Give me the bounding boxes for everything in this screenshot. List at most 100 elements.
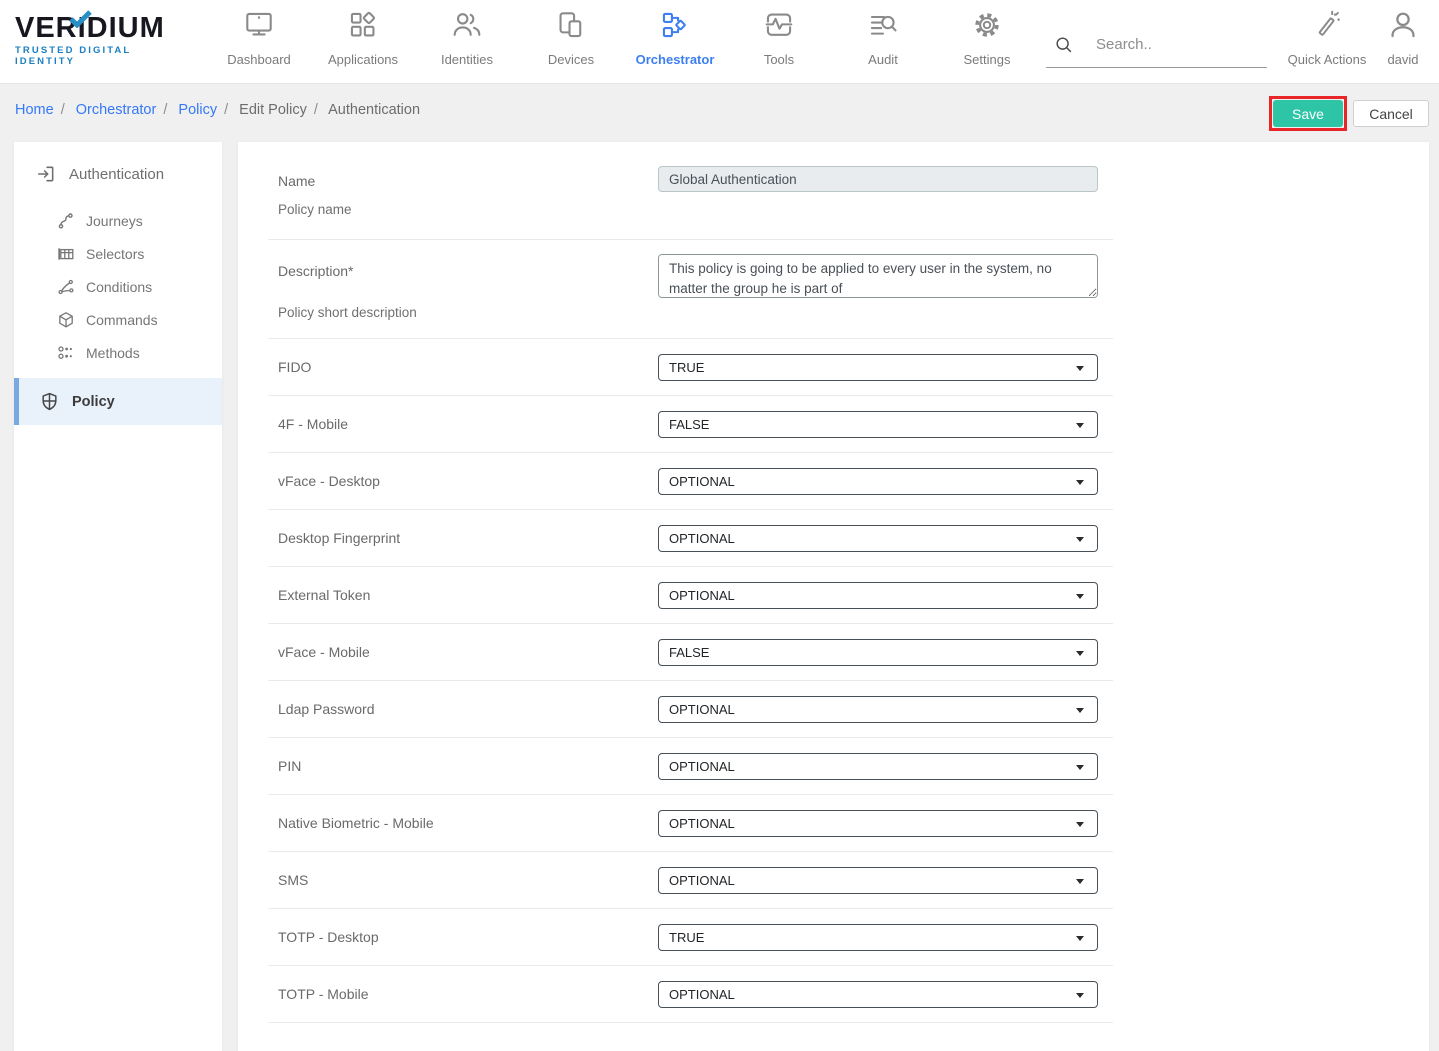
chevron-down-icon <box>1076 708 1084 713</box>
nav-item-tools[interactable]: Tools <box>727 9 831 67</box>
sidebar-item-selectors[interactable]: Selectors <box>14 237 222 270</box>
tools-icon <box>727 9 831 43</box>
breadcrumb-link-orchestrator[interactable]: Orchestrator <box>76 102 157 118</box>
sidebar-item-label: Journeys <box>86 213 143 229</box>
search-box <box>1046 22 1267 68</box>
journeys-icon <box>57 212 75 230</box>
name-field-row: Name Policy name <box>268 142 1113 240</box>
nav-item-settings[interactable]: Settings <box>935 9 1039 67</box>
page-actions: Save Cancel <box>1269 96 1429 131</box>
setting-label: TOTP - Mobile <box>278 986 658 1002</box>
sidebar-item-journeys[interactable]: Journeys <box>14 204 222 237</box>
setting-label: PIN <box>278 758 658 774</box>
nav-item-identities[interactable]: Identities <box>415 9 519 67</box>
save-button[interactable]: Save <box>1273 100 1343 127</box>
policy-description-textarea[interactable]: This policy is going to be applied to ev… <box>658 254 1098 298</box>
save-annotation-highlight: Save <box>1269 96 1347 131</box>
nav-label: Identities <box>415 52 519 67</box>
desktop-fingerprint-select[interactable]: OPTIONAL <box>658 525 1098 552</box>
nav-item-audit[interactable]: Audit <box>831 9 935 67</box>
policy-name-input <box>658 166 1098 192</box>
veridium-logo[interactable]: VERIDIUM TRUSTED DIGITAL IDENTITY <box>15 14 195 67</box>
sidebar-header-authentication[interactable]: Authentication <box>14 142 222 204</box>
breadcrumb: Home/ Orchestrator/ Policy/ Edit Policy/… <box>15 102 420 118</box>
nav-item-devices[interactable]: Devices <box>519 9 623 67</box>
sidebar-item-label: Commands <box>86 312 158 328</box>
devices-icon <box>519 9 623 43</box>
nav-item-orchestrator[interactable]: Orchestrator <box>623 9 727 67</box>
setting-row-4f-mobile: 4F - Mobile FALSE <box>268 396 1113 453</box>
setting-label: SMS <box>278 872 658 888</box>
chevron-down-icon <box>1076 765 1084 770</box>
nav-label: Dashboard <box>207 52 311 67</box>
setting-label: vFace - Desktop <box>278 473 658 489</box>
setting-label: 4F - Mobile <box>278 416 658 432</box>
breadcrumb-row: Home/ Orchestrator/ Policy/ Edit Policy/… <box>0 84 1439 142</box>
ldap-password-select[interactable]: OPTIONAL <box>658 696 1098 723</box>
name-label: Name <box>278 166 658 189</box>
setting-label: Ldap Password <box>278 701 658 717</box>
setting-label: Native Biometric - Mobile <box>278 815 658 831</box>
nav-item-applications[interactable]: Applications <box>311 9 415 67</box>
chevron-down-icon <box>1076 822 1084 827</box>
setting-row-fido: FIDO TRUE <box>268 339 1113 396</box>
name-helper-text: Policy name <box>278 202 658 217</box>
nav-item-dashboard[interactable]: Dashboard <box>207 9 311 67</box>
sidebar-item-label: Methods <box>86 345 140 361</box>
commands-icon <box>57 311 75 329</box>
selectors-icon <box>57 245 75 263</box>
cancel-button[interactable]: Cancel <box>1353 100 1429 127</box>
breadcrumb-link-policy[interactable]: Policy <box>178 102 217 118</box>
setting-label: FIDO <box>278 359 658 375</box>
setting-row-native-biometric-mobile: Native Biometric - Mobile OPTIONAL <box>268 795 1113 852</box>
policy-edit-form: Name Policy name Description* Policy sho… <box>238 142 1429 1051</box>
sidebar-item-label: Selectors <box>86 246 144 262</box>
sidebar-item-label: Conditions <box>86 279 152 295</box>
description-label: Description* <box>278 254 658 279</box>
gear-icon <box>935 9 1039 43</box>
chevron-down-icon <box>1076 423 1084 428</box>
setting-label: Desktop Fingerprint <box>278 530 658 546</box>
sidebar-item-label: Policy <box>72 394 115 410</box>
setting-label: vFace - Mobile <box>278 644 658 660</box>
sms-select[interactable]: OPTIONAL <box>658 867 1098 894</box>
setting-row-totp-desktop: TOTP - Desktop TRUE <box>268 909 1113 966</box>
setting-row-ldap-password: Ldap Password OPTIONAL <box>268 681 1113 738</box>
totp-mobile-select[interactable]: OPTIONAL <box>658 981 1098 1008</box>
search-input[interactable] <box>1096 36 1246 53</box>
main-nav: Dashboard Applications Identities <box>207 9 1039 67</box>
setting-label: External Token <box>278 587 658 603</box>
user-menu[interactable]: david <box>1377 9 1429 67</box>
native-biometric-mobile-select[interactable]: OPTIONAL <box>658 810 1098 837</box>
breadcrumb-link-home[interactable]: Home <box>15 102 54 118</box>
setting-row-desktop-fingerprint: Desktop Fingerprint OPTIONAL <box>268 510 1113 567</box>
methods-icon <box>57 344 75 362</box>
vface-desktop-select[interactable]: OPTIONAL <box>658 468 1098 495</box>
sidebar-item-methods[interactable]: Methods <box>14 336 222 369</box>
login-icon <box>36 164 56 184</box>
sidebar: Authentication Journeys Selectors Condit… <box>14 142 222 1051</box>
sidebar-item-policy[interactable]: Policy <box>14 378 222 425</box>
setting-row-sms: SMS OPTIONAL <box>268 852 1113 909</box>
external-token-select[interactable]: OPTIONAL <box>658 582 1098 609</box>
identities-icon <box>415 9 519 43</box>
chevron-down-icon <box>1076 480 1084 485</box>
shield-icon <box>40 392 59 411</box>
user-name-label: david <box>1377 52 1429 67</box>
fido-select[interactable]: TRUE <box>658 354 1098 381</box>
sidebar-item-commands[interactable]: Commands <box>14 303 222 336</box>
nav-label: Orchestrator <box>623 52 727 67</box>
4f-mobile-select[interactable]: FALSE <box>658 411 1098 438</box>
sidebar-item-conditions[interactable]: Conditions <box>14 270 222 303</box>
description-field-row: Description* Policy short description Th… <box>268 240 1113 339</box>
chevron-down-icon <box>1076 594 1084 599</box>
nav-label: Tools <box>727 52 831 67</box>
quick-actions-button[interactable]: Quick Actions <box>1285 9 1369 67</box>
pin-select[interactable]: OPTIONAL <box>658 753 1098 780</box>
vface-mobile-select[interactable]: FALSE <box>658 639 1098 666</box>
totp-desktop-select[interactable]: TRUE <box>658 924 1098 951</box>
setting-row-vface-mobile: vFace - Mobile FALSE <box>268 624 1113 681</box>
setting-row-pin: PIN OPTIONAL <box>268 738 1113 795</box>
nav-label: Devices <box>519 52 623 67</box>
chevron-down-icon <box>1076 537 1084 542</box>
